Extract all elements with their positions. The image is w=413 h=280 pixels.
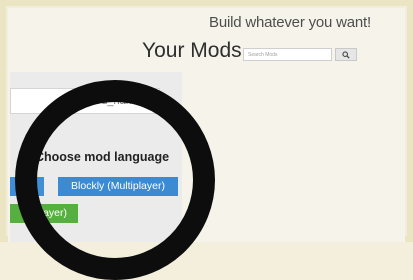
language-button-left[interactable]: ) [10,177,44,196]
search-input[interactable] [243,48,332,61]
page-tagline: Build whatever you want! [209,14,371,31]
search-button[interactable] [335,48,357,61]
search-icon [342,50,350,59]
language-label: Choose mod language [35,150,170,164]
blockly-multiplayer-button[interactable]: Blockly (Multiplayer) [58,177,178,196]
mod-name-field[interactable] [10,88,160,114]
page-title: Your Mods [142,39,242,62]
language-button-green[interactable]: layer) [10,204,78,223]
